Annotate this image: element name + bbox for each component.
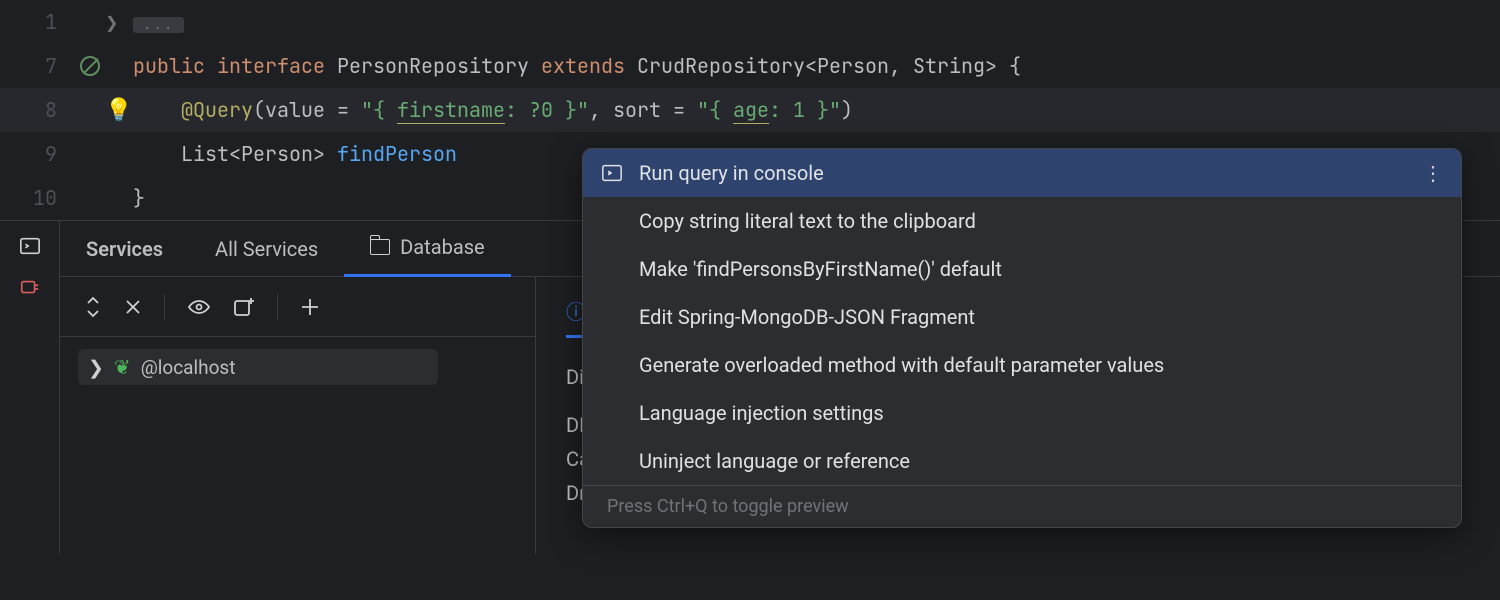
datasource-tree[interactable]: ❯ ❦ @localhost bbox=[60, 337, 535, 397]
expand-icon[interactable] bbox=[84, 296, 102, 318]
plus-icon[interactable] bbox=[300, 297, 320, 317]
ctx-injection-settings[interactable]: Language injection settings bbox=[583, 389, 1461, 437]
line-number: 10 bbox=[0, 185, 75, 211]
folded-code[interactable]: ... bbox=[133, 17, 184, 33]
run-console-icon bbox=[601, 162, 623, 184]
code-line[interactable]: public interface PersonRepository extend… bbox=[125, 53, 1021, 79]
line-number: 9 bbox=[0, 141, 75, 167]
eye-icon[interactable] bbox=[187, 298, 211, 316]
panel-toolbar bbox=[60, 277, 535, 337]
panel-rail bbox=[0, 221, 60, 554]
tab-services[interactable]: Services bbox=[60, 221, 189, 277]
ctx-copy-literal[interactable]: Copy string literal text to the clipboar… bbox=[583, 197, 1461, 245]
ctx-generate-overload[interactable]: Generate overloaded method with default … bbox=[583, 341, 1461, 389]
line-number: 8 bbox=[0, 97, 75, 123]
close-icon[interactable] bbox=[124, 298, 142, 316]
ctx-edit-fragment[interactable]: Edit Spring-MongoDB-JSON Fragment bbox=[583, 293, 1461, 341]
console-icon[interactable] bbox=[19, 235, 41, 257]
folder-icon bbox=[370, 239, 390, 255]
chevron-right-icon: ❯ bbox=[88, 356, 104, 379]
ctx-uninject[interactable]: Uninject language or reference bbox=[583, 437, 1461, 485]
mongodb-icon: ❦ bbox=[114, 355, 131, 379]
code-line[interactable]: } bbox=[125, 185, 145, 211]
tab-database[interactable]: Database bbox=[344, 221, 510, 277]
code-line[interactable]: List<Person> findPerson bbox=[125, 141, 457, 167]
ctx-run-query[interactable]: Run query in console ⋮ bbox=[583, 149, 1461, 197]
new-tab-icon[interactable] bbox=[233, 296, 255, 318]
code-line[interactable]: @Query(value = "{ firstname: ?0 }", sort… bbox=[125, 97, 853, 123]
plug-icon[interactable] bbox=[19, 277, 41, 299]
more-icon[interactable]: ⋮ bbox=[1423, 161, 1443, 185]
tree-node-label: @localhost bbox=[141, 356, 236, 379]
ctx-footer-hint: Press Ctrl+Q to toggle preview bbox=[583, 485, 1461, 527]
no-entry-icon bbox=[80, 56, 100, 76]
context-menu: Run query in console ⋮ Copy string liter… bbox=[582, 148, 1462, 528]
line-number: 1 bbox=[0, 9, 75, 35]
ctx-make-default[interactable]: Make 'findPersonsByFirstName()' default bbox=[583, 245, 1461, 293]
line-number: 7 bbox=[0, 53, 75, 79]
fold-chevron-icon[interactable]: ❯ bbox=[105, 13, 125, 32]
tree-node-localhost[interactable]: ❯ ❦ @localhost bbox=[78, 349, 438, 385]
tab-all-services[interactable]: All Services bbox=[189, 221, 344, 277]
